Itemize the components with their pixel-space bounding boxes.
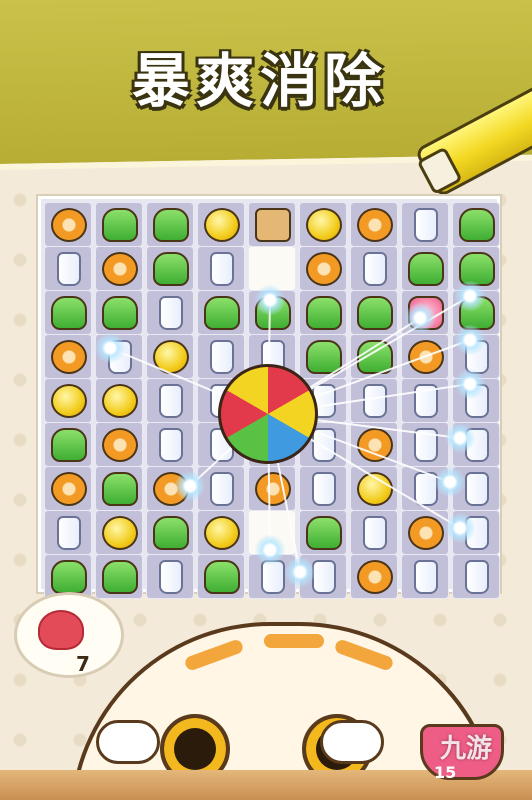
cat-paw-left [96,720,160,764]
game-screen: 暴爽消除 7 15 九游 [0,0,532,800]
sparkle-icon [95,333,125,363]
sparkle-icon [455,369,485,399]
watermark-logo: 九游 [440,734,493,764]
cat-stripe [264,634,324,648]
sparkle-icon [455,325,485,355]
goal-count: 7 [76,652,90,676]
sparkle-icon [435,467,465,497]
sparkle-icon [255,535,285,565]
sparkle-icon [445,423,475,453]
cat-stripe [183,638,245,672]
sparkle-icon [405,303,435,333]
fish-icon [38,610,84,650]
sparkle-icon [285,557,315,587]
yarn-ball-icon[interactable] [218,364,318,464]
sparkle-icon [175,471,205,501]
sparkle-icon [445,513,475,543]
cat-stripe [333,638,395,672]
cat-paw-right [320,720,384,764]
sparkle-icon [455,281,485,311]
sparkle-icon [255,285,285,315]
bowl-count: 15 [434,763,457,782]
